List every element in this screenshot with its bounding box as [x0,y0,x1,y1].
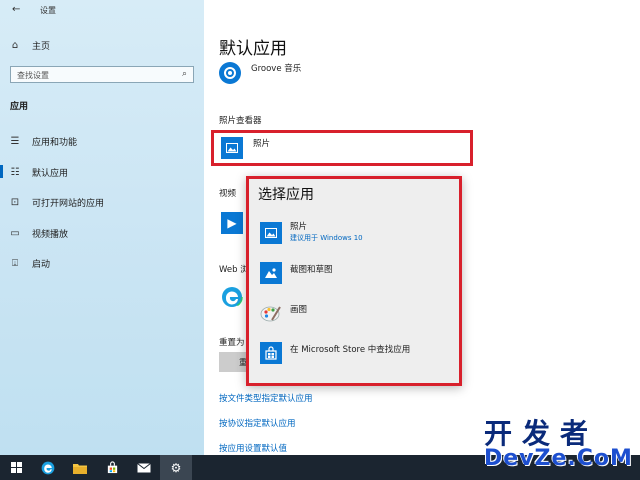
sidebar-item-label: 应用和功能 [32,137,78,148]
video-app-row[interactable]: ▶ [221,212,243,234]
groove-music-icon [219,62,241,84]
edge-icon [221,286,243,308]
sidebar-item-apps-features[interactable]: ☰ 应用和功能 [8,133,78,149]
sidebar-item-label: 启动 [32,259,51,270]
mail-icon[interactable] [128,455,160,480]
title-bar: ← 设置 [0,0,204,20]
web-apps-icon: ⊡ [10,196,20,208]
page-title: 默认应用 [219,39,287,59]
photo-app-row[interactable]: 照片 [221,137,270,159]
video-icon: ▭ [10,227,20,239]
sidebar-item-label: 默认应用 [32,168,69,179]
reset-label: 重置为 [219,338,245,348]
section-label: 应用 [10,102,29,112]
sidebar-item-home[interactable]: ⌂ 主页 [8,37,50,53]
photos-icon [221,137,243,159]
sidebar-item-video[interactable]: ▭ 视频播放 [8,225,68,241]
link-by-protocol[interactable]: 按协议指定默认应用 [219,417,296,429]
store-icon[interactable] [96,455,128,480]
active-indicator [0,165,3,178]
link-by-app[interactable]: 按应用设置默认值 [219,442,287,454]
sidebar-item-default-apps[interactable]: ☷ 默认应用 [8,164,69,180]
sidebar-item-label: 主页 [32,41,51,52]
search-icon[interactable]: ⌕ [182,69,187,79]
sidebar-item-startup[interactable]: ⍗ 启动 [8,255,50,271]
back-arrow-icon[interactable]: ← [12,4,20,15]
edge-icon[interactable] [32,455,64,480]
sidebar-item-label: 视频播放 [32,229,69,240]
photo-viewer-label: 照片查看器 [219,116,262,126]
windows-start-icon[interactable] [0,455,32,480]
films-tv-icon: ▶ [221,212,243,234]
window-title: 设置 [40,6,56,15]
link-by-file-type[interactable]: 按文件类型指定默认应用 [219,392,313,404]
search-input[interactable] [17,69,167,81]
sidebar: ← 设置 ⌂ 主页 ⌕ 应用 ☰ 应用和功能 ☷ 默认应用 ⊡ 可打开网站的应用… [0,0,204,455]
music-app-name: Groove 音乐 [251,64,302,74]
music-app-row[interactable]: Groove 音乐 [219,62,301,84]
sidebar-item-web-apps[interactable]: ⊡ 可打开网站的应用 [8,194,104,210]
watermark-text-bottom: DevZe.CoM [484,446,633,471]
settings-icon[interactable]: ⚙ [160,455,192,480]
home-icon: ⌂ [11,39,19,51]
photo-app-name: 照片 [253,139,271,149]
browser-app-row[interactable] [221,286,243,308]
list-icon: ☰ [10,135,20,147]
default-apps-icon: ☷ [10,166,20,178]
search-box[interactable]: ⌕ [10,66,194,83]
startup-icon: ⍗ [12,257,18,269]
sidebar-item-label: 可打开网站的应用 [32,198,105,209]
web-browser-label: Web 浏 [219,265,249,275]
video-player-label: 视频 [219,189,237,199]
file-explorer-icon[interactable] [64,455,96,480]
popup-highlight [246,176,462,386]
